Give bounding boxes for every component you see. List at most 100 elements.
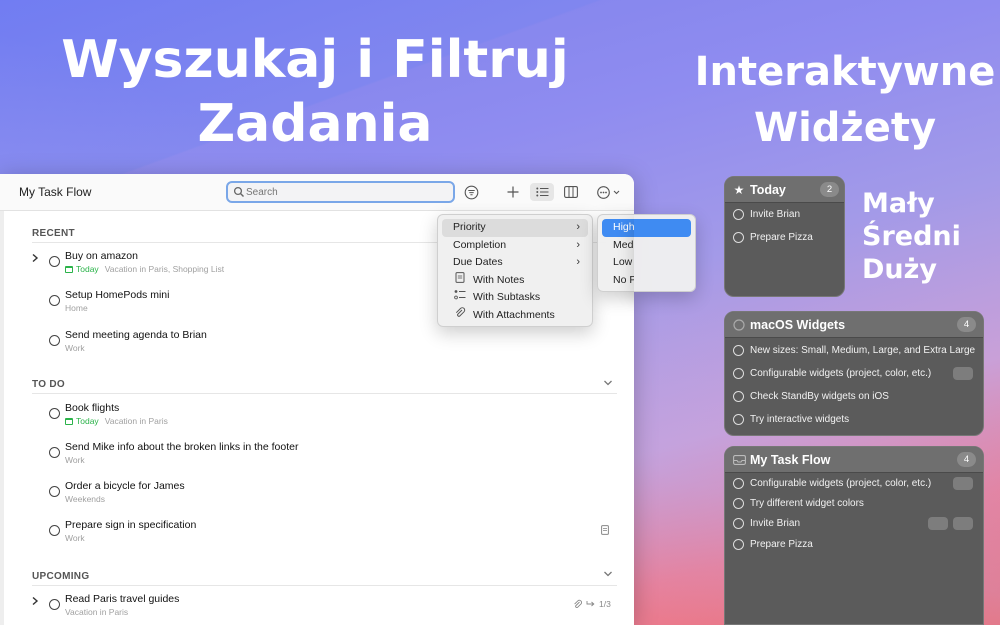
complete-checkbox[interactable] — [733, 413, 744, 425]
board-view-icon — [564, 186, 578, 198]
submenu-arrow-icon: › — [576, 221, 580, 233]
widget-small-today[interactable]: ★ Today 2 Invite Brian Prepare Pizza — [724, 176, 845, 297]
today-label: Today — [76, 264, 99, 274]
menu-item-with-subtasks[interactable]: With Subtasks — [442, 289, 588, 307]
menu-item-due-dates[interactable]: Due Dates › — [442, 254, 588, 272]
widget-task[interactable]: Prepare Pizza — [733, 535, 813, 553]
headline-widgets: Interaktywne Widżety — [690, 44, 1000, 156]
headline-line-2: Widżety — [753, 105, 937, 151]
task-row[interactable]: Prepare sign in specification Work — [30, 519, 620, 555]
task-title: Book flights — [65, 402, 120, 414]
complete-checkbox[interactable] — [49, 447, 60, 458]
subtask-count: 1/3 — [599, 599, 611, 609]
task-title: Setup HomePods mini — [65, 289, 170, 301]
subtasks-icon — [454, 290, 466, 300]
app-window: My Task Flow RECENT Buy on amazon Today … — [0, 174, 634, 625]
disclosure-chevron-icon[interactable] — [30, 253, 40, 263]
complete-checkbox[interactable] — [49, 295, 60, 306]
complete-checkbox[interactable] — [733, 344, 744, 356]
widget-title: macOS Widgets — [750, 318, 846, 332]
section-recent-header[interactable]: RECENT — [32, 228, 75, 239]
window-title: My Task Flow — [19, 185, 92, 199]
disclosure-chevron-icon[interactable] — [30, 596, 40, 606]
complete-checkbox[interactable] — [49, 486, 60, 497]
search-input[interactable] — [246, 184, 446, 200]
task-row[interactable]: Send Mike info about the broken links in… — [30, 441, 620, 477]
widget-medium-macos[interactable]: macOS Widgets 4 New sizes: Small, Medium… — [724, 311, 984, 436]
complete-checkbox[interactable] — [733, 231, 744, 243]
task-title: Send Mike info about the broken links in… — [65, 441, 299, 453]
section-upcoming-header[interactable]: UPCOMING — [32, 571, 89, 582]
widget-large-project[interactable]: My Task Flow 4 Configurable widgets (pro… — [724, 446, 984, 625]
widget-task[interactable]: Try interactive widgets — [733, 410, 849, 428]
task-project: Work — [65, 343, 85, 353]
complete-checkbox[interactable] — [49, 599, 60, 610]
calendar-icon — [65, 265, 73, 273]
widget-header: ★ Today 2 — [725, 177, 844, 203]
board-view-button[interactable] — [562, 183, 580, 201]
complete-checkbox[interactable] — [49, 525, 60, 536]
task-title: Buy on amazon — [65, 250, 138, 262]
menu-item-high-priority-edge[interactable] — [634, 219, 691, 237]
list-view-button[interactable] — [530, 183, 554, 201]
task-indicators: 1/3 — [573, 599, 611, 609]
menu-item-with-attachments[interactable]: With Attachments — [442, 306, 588, 325]
complete-checkbox[interactable] — [733, 390, 744, 402]
widget-header: My Task Flow 4 — [725, 447, 983, 473]
widget-task[interactable]: Invite Brian — [733, 205, 800, 223]
task-row[interactable]: Book flights Today Vacation in Paris — [30, 402, 620, 438]
task-meta: Work — [65, 343, 85, 353]
complete-checkbox[interactable] — [733, 538, 744, 550]
calendar-icon — [65, 417, 73, 425]
widget-task[interactable]: New sizes: Small, Medium, Large, and Ext… — [733, 341, 975, 359]
menu-item-high-priority[interactable]: High Priority — [602, 219, 634, 237]
widget-count: 4 — [957, 317, 976, 332]
task-project: Vacation in Paris — [65, 607, 129, 617]
complete-checkbox[interactable] — [49, 335, 60, 346]
add-task-button[interactable] — [505, 183, 521, 201]
widget-task[interactable]: Configurable widgets (project, color, et… — [733, 474, 931, 492]
submenu-arrow-icon: › — [576, 238, 580, 251]
inbox-badge-icon — [953, 367, 973, 380]
list-view-icon — [535, 187, 548, 197]
menu-item-with-notes[interactable]: With Notes — [442, 271, 588, 290]
section-todo-header[interactable]: TO DO — [32, 379, 65, 390]
filter-button[interactable] — [462, 183, 480, 201]
widget-sizes-list: Mały Średni Duży — [862, 187, 961, 286]
complete-checkbox[interactable] — [49, 408, 60, 419]
widget-task[interactable]: Configurable widgets (project, color, et… — [733, 364, 931, 382]
complete-checkbox[interactable] — [733, 208, 744, 220]
widget-header: macOS Widgets 4 — [725, 312, 983, 338]
task-row[interactable]: Read Paris travel guides Vacation in Par… — [30, 593, 620, 625]
today-badge: Today — [65, 264, 99, 274]
more-button[interactable] — [595, 183, 623, 201]
widget-title: My Task Flow — [750, 453, 831, 467]
menu-item-completion[interactable]: Completion › — [442, 237, 588, 255]
collapse-chevron-icon[interactable] — [603, 378, 613, 388]
menu-item-low-priority[interactable]: Low Priority — [602, 254, 634, 272]
widget-task[interactable]: Try different widget colors — [733, 494, 864, 512]
widget-task[interactable]: Prepare Pizza — [733, 228, 813, 246]
section-divider — [32, 585, 617, 586]
task-row[interactable]: Order a bicycle for James Weekends — [30, 480, 620, 516]
paperclip-icon — [574, 599, 582, 608]
task-project: Vacation in Paris — [104, 416, 168, 426]
complete-checkbox[interactable] — [733, 497, 744, 509]
search-field[interactable] — [226, 181, 455, 203]
task-row[interactable]: Send meeting agenda to Brian Work — [30, 329, 620, 365]
task-meta: Today Vacation in Paris, Shopping List — [65, 264, 224, 274]
complete-checkbox[interactable] — [49, 256, 60, 267]
widget-task[interactable]: Check StandBy widgets on iOS — [733, 387, 889, 405]
complete-checkbox[interactable] — [733, 517, 744, 529]
home-badge-icon — [953, 517, 973, 530]
menu-item-priority[interactable]: Priority › — [442, 219, 588, 237]
more-icon — [597, 185, 620, 199]
menu-item-medium-priority[interactable]: Medium Priority — [602, 237, 634, 255]
collapse-chevron-icon[interactable] — [603, 569, 613, 579]
widget-count: 2 — [820, 182, 839, 197]
widget-task[interactable]: Invite Brian — [733, 514, 800, 532]
complete-checkbox[interactable] — [733, 367, 744, 379]
menu-item-no-priority[interactable]: No Priority — [602, 272, 634, 290]
section-divider — [32, 393, 617, 394]
complete-checkbox[interactable] — [733, 477, 744, 489]
